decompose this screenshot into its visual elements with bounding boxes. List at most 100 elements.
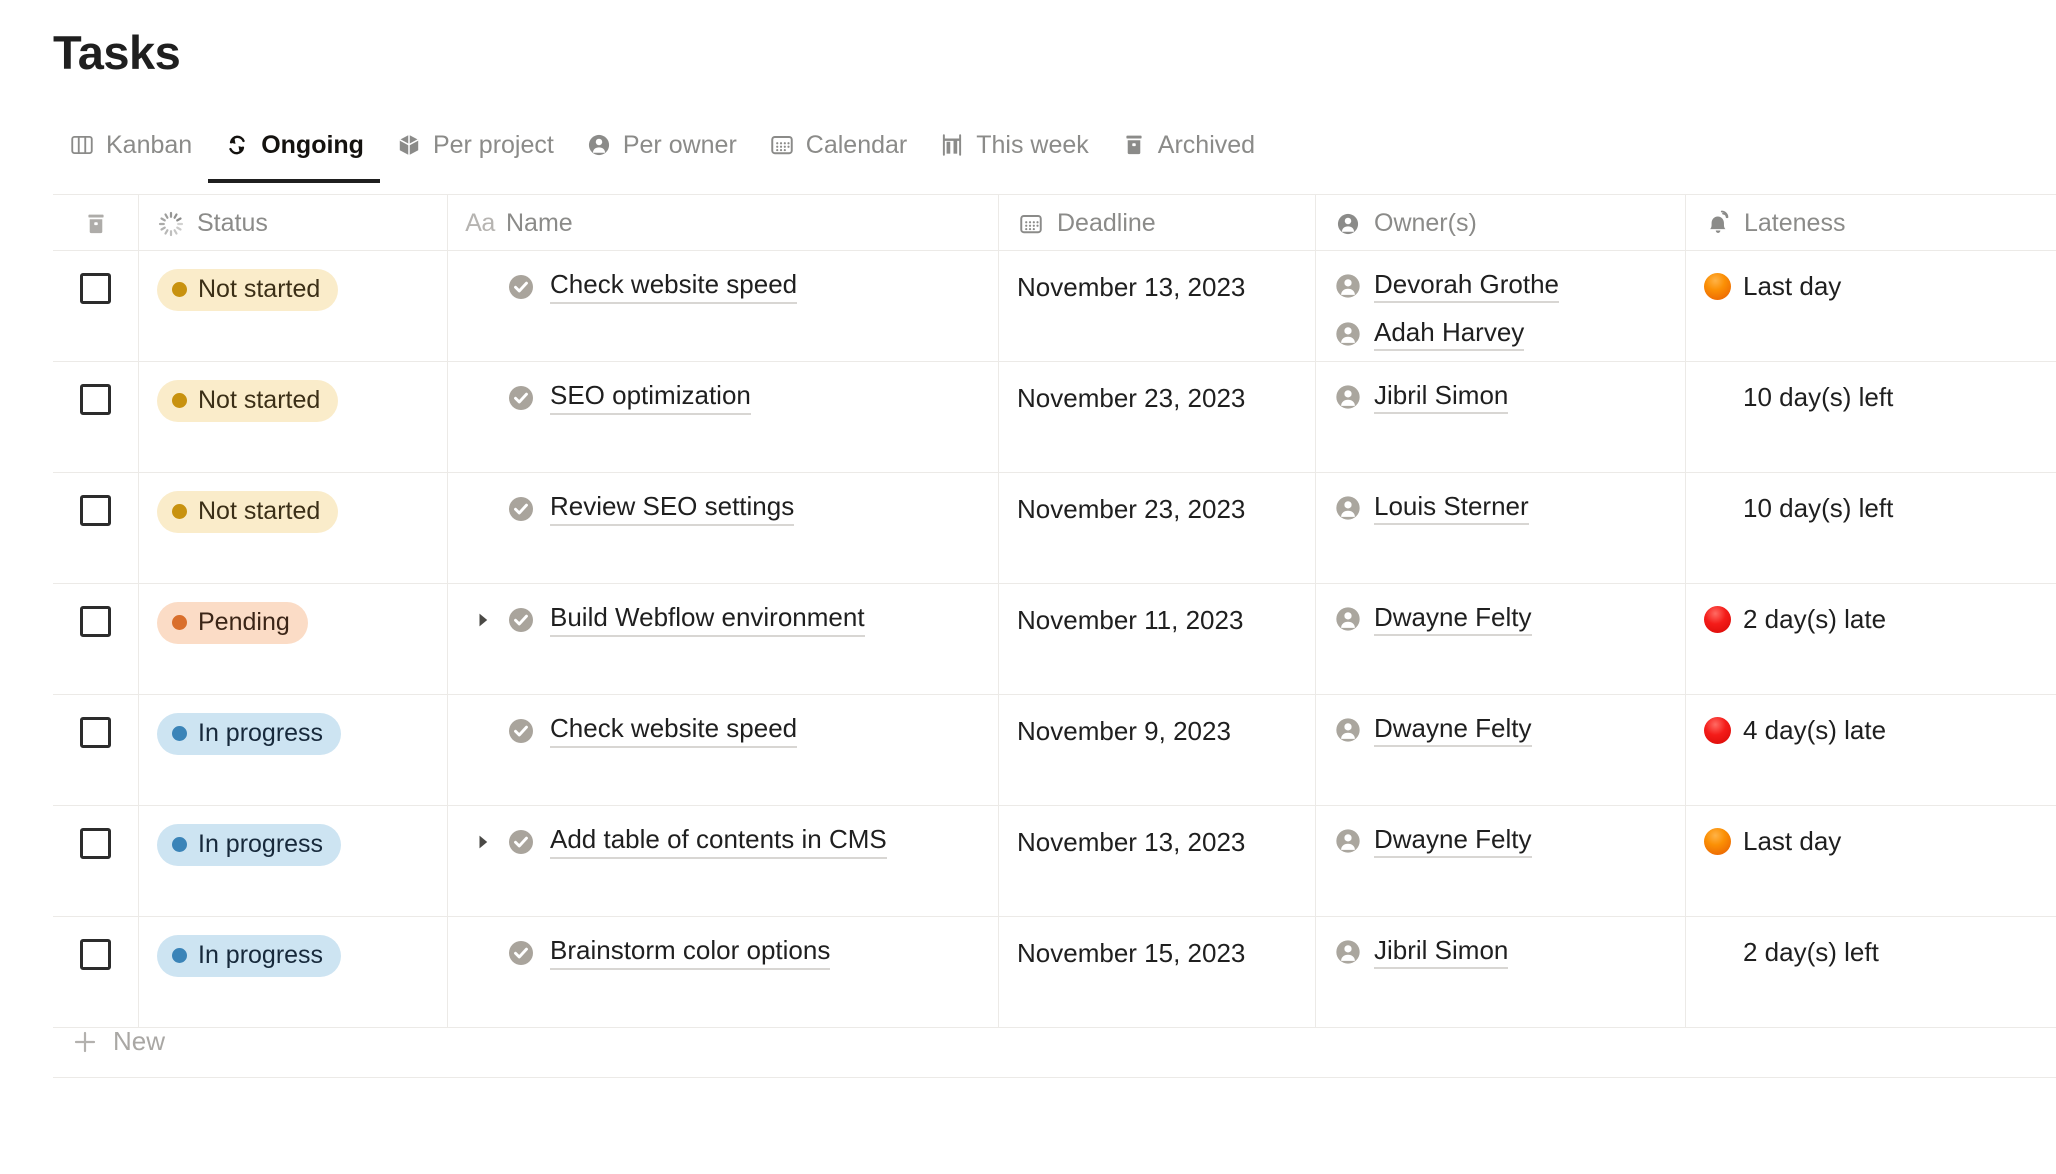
lateness-indicator: 4 day(s) late	[1704, 713, 1886, 746]
tasks-table: Status Aa Name Deadline Owner(s) Lateness Not…	[53, 194, 2056, 1028]
tab-calendar[interactable]: Calendar	[753, 125, 923, 183]
table-row[interactable]: In progress Add table of contents in CMS N…	[53, 806, 2056, 917]
owner-name-link[interactable]: Louis Sterner	[1374, 491, 1529, 526]
row-checkbox[interactable]	[80, 495, 111, 526]
owner-name-link[interactable]: Devorah Grothe	[1374, 269, 1559, 304]
lateness-dot-icon	[1704, 606, 1731, 634]
tab-this-week[interactable]: This week	[923, 125, 1105, 183]
name-cell[interactable]: Add table of contents in CMS	[448, 806, 999, 916]
owners-list: Jibril Simon	[1334, 935, 1685, 970]
status-dot	[172, 393, 187, 409]
deadline-cell[interactable]: November 13, 2023	[999, 251, 1316, 361]
task-name-link[interactable]: Check website speed	[550, 269, 798, 305]
owners-cell[interactable]: Jibril Simon	[1316, 362, 1686, 472]
owner-name-link[interactable]: Dwayne Felty	[1374, 602, 1532, 637]
owner-name-link[interactable]: Dwayne Felty	[1374, 713, 1532, 748]
owner-item[interactable]: Jibril Simon	[1334, 935, 1685, 970]
owners-cell[interactable]: Louis Sterner	[1316, 473, 1686, 583]
deadline-cell[interactable]: November 9, 2023	[999, 695, 1316, 805]
table-row[interactable]: In progress Check website speed November 9…	[53, 695, 2056, 806]
deadline-cell[interactable]: November 11, 2023	[999, 584, 1316, 694]
column-header-lateness[interactable]: Lateness	[1686, 195, 2056, 252]
owner-item[interactable]: Dwayne Felty	[1334, 824, 1685, 859]
new-row-button[interactable]: New	[53, 1006, 2056, 1078]
row-checkbox[interactable]	[80, 384, 111, 415]
name-wrapper: Brainstorm color options	[466, 935, 998, 971]
expand-caret-icon[interactable]	[466, 832, 500, 852]
status-cell[interactable]: Pending	[139, 584, 448, 694]
owners-cell[interactable]: Dwayne Felty	[1316, 806, 1686, 916]
task-name-link[interactable]: SEO optimization	[550, 380, 751, 416]
row-checkbox[interactable]	[80, 939, 111, 970]
lateness-dot-icon	[1704, 384, 1731, 411]
owner-name-link[interactable]: Jibril Simon	[1374, 935, 1509, 970]
task-name-link[interactable]: Review SEO settings	[550, 491, 795, 527]
owner-item[interactable]: Devorah Grothe	[1334, 269, 1685, 304]
table-row[interactable]: Not started SEO optimization November 23, …	[53, 362, 2056, 473]
deadline-text: November 23, 2023	[1017, 494, 1246, 524]
name-wrapper: Check website speed	[466, 269, 998, 305]
row-checkbox[interactable]	[80, 273, 111, 304]
deadline-text: November 11, 2023	[1017, 605, 1244, 635]
status-cell[interactable]: Not started	[139, 362, 448, 472]
status-cell[interactable]: In progress	[139, 695, 448, 805]
owners-cell[interactable]: Devorah Grothe Adah Harvey	[1316, 251, 1686, 361]
deadline-cell[interactable]: November 23, 2023	[999, 362, 1316, 472]
deadline-cell[interactable]: November 23, 2023	[999, 473, 1316, 583]
row-checkbox[interactable]	[80, 606, 111, 637]
table-row[interactable]: Pending Build Webflow environment November…	[53, 584, 2056, 695]
table-row[interactable]: Not started Review SEO settings November 2…	[53, 473, 2056, 584]
status-label: Pending	[198, 608, 290, 636]
status-cell[interactable]: Not started	[139, 473, 448, 583]
name-cell[interactable]: SEO optimization	[448, 362, 999, 472]
column-header-check[interactable]	[53, 195, 139, 252]
lateness-text: 10 day(s) left	[1743, 493, 1894, 523]
owner-name-link[interactable]: Adah Harvey	[1374, 317, 1525, 352]
owners-cell[interactable]: Dwayne Felty	[1316, 695, 1686, 805]
archive-box-icon	[1121, 132, 1147, 158]
owner-item[interactable]: Louis Sterner	[1334, 491, 1685, 526]
column-header-deadline[interactable]: Deadline	[999, 195, 1316, 252]
column-header-name[interactable]: Aa Name	[448, 195, 999, 252]
owner-item[interactable]: Adah Harvey	[1334, 317, 1685, 352]
row-checkbox[interactable]	[80, 717, 111, 748]
archive-box-icon	[82, 210, 110, 238]
tab-per-owner[interactable]: Per owner	[570, 125, 753, 183]
lateness-text: 2 day(s) left	[1743, 937, 1879, 967]
tab-ongoing[interactable]: Ongoing	[208, 125, 380, 183]
owners-list: Devorah Grothe Adah Harvey	[1334, 269, 1685, 352]
cube-icon	[396, 132, 422, 158]
owner-name-link[interactable]: Jibril Simon	[1374, 380, 1509, 415]
status-cell[interactable]: Not started	[139, 251, 448, 361]
task-name-link[interactable]: Brainstorm color options	[550, 935, 831, 971]
expand-caret-icon[interactable]	[466, 610, 500, 630]
task-name-link[interactable]: Build Webflow environment	[550, 602, 865, 638]
tab-archived[interactable]: Archived	[1105, 125, 1271, 183]
lateness-dot-icon	[1704, 939, 1731, 966]
lateness-cell: 10 day(s) left	[1686, 362, 2056, 472]
name-cell[interactable]: Build Webflow environment	[448, 584, 999, 694]
name-cell[interactable]: Check website speed	[448, 251, 999, 361]
tab-per-project[interactable]: Per project	[380, 125, 570, 183]
status-dot	[172, 504, 187, 520]
row-checkbox[interactable]	[80, 828, 111, 859]
owner-item[interactable]: Dwayne Felty	[1334, 713, 1685, 748]
status-label: Not started	[198, 275, 321, 303]
name-cell[interactable]: Review SEO settings	[448, 473, 999, 583]
lateness-cell: 10 day(s) left	[1686, 473, 2056, 583]
owner-item[interactable]: Dwayne Felty	[1334, 602, 1685, 637]
owners-cell[interactable]: Dwayne Felty	[1316, 584, 1686, 694]
task-name-link[interactable]: Add table of contents in CMS	[550, 824, 887, 860]
column-header-owner[interactable]: Owner(s)	[1316, 195, 1686, 252]
table-body: Not started Check website speed November 1…	[53, 251, 2056, 1028]
lateness-indicator: Last day	[1704, 269, 1841, 302]
name-cell[interactable]: Check website speed	[448, 695, 999, 805]
tab-kanban[interactable]: Kanban	[53, 125, 208, 183]
column-header-status[interactable]: Status	[139, 195, 448, 252]
status-cell[interactable]: In progress	[139, 806, 448, 916]
owner-item[interactable]: Jibril Simon	[1334, 380, 1685, 415]
deadline-cell[interactable]: November 13, 2023	[999, 806, 1316, 916]
task-name-link[interactable]: Check website speed	[550, 713, 798, 749]
table-row[interactable]: Not started Check website speed November 1…	[53, 251, 2056, 362]
owner-name-link[interactable]: Dwayne Felty	[1374, 824, 1532, 859]
